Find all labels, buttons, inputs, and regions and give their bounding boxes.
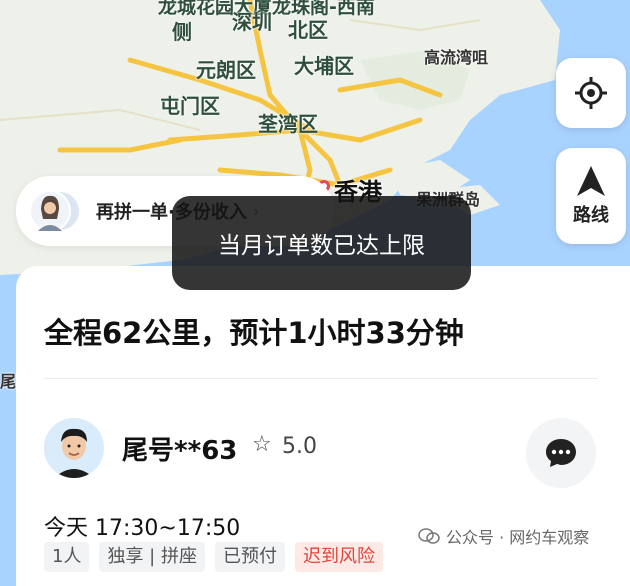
passenger-avatars (29, 189, 82, 233)
chat-button[interactable] (526, 418, 596, 488)
pickup-time: 今天 17:30~17:50 (44, 516, 241, 541)
locate-button[interactable] (556, 58, 626, 128)
map-district-yuenlong: 元朗区 (196, 58, 256, 82)
map-district-shenzhen: 深圳 (232, 10, 272, 34)
star-icon: ☆ (252, 432, 272, 457)
locate-icon (575, 77, 607, 109)
watermark-text: 公众号 · 网约车观察 (446, 528, 590, 547)
driver-avatar[interactable] (44, 418, 104, 478)
map-district-north: 北区 (288, 18, 328, 42)
tag-prepaid: 已预付 (214, 542, 285, 572)
divider (44, 378, 598, 379)
trip-summary: 全程62公里，预计1小时33分钟 (44, 316, 464, 350)
route-button-label: 路线 (573, 205, 609, 226)
chat-bubble-icon (546, 439, 576, 467)
map-district-tuenmun: 屯门区 (160, 94, 220, 118)
tag-passengers: 1人 (44, 542, 90, 572)
navigation-arrow-icon (577, 166, 605, 196)
driver-name: 尾号**63 (122, 436, 238, 466)
map-edge-label: 尾 (0, 372, 17, 391)
map-label-gaoliuwanzui: 高流湾咀 (424, 48, 489, 67)
map-district-taipo: 大埔区 (294, 54, 354, 78)
toast-message: 当月订单数已达上限 (172, 196, 471, 290)
map-pickup-label-2: 侧 (172, 20, 192, 44)
tag-late-risk: 迟到风险 (294, 542, 383, 572)
driver-rating: 5.0 (282, 434, 317, 459)
map-district-tsuenwan: 荃湾区 (258, 112, 318, 136)
route-button[interactable]: 路线 (556, 148, 626, 244)
wechat-icon (418, 528, 440, 544)
tag-ride-type: 独享 | 拼座 (99, 542, 205, 572)
trip-tags: 1人 独享 | 拼座 已预付 迟到风险 (44, 542, 383, 572)
watermark: 公众号 · 网约车观察 (418, 524, 589, 548)
